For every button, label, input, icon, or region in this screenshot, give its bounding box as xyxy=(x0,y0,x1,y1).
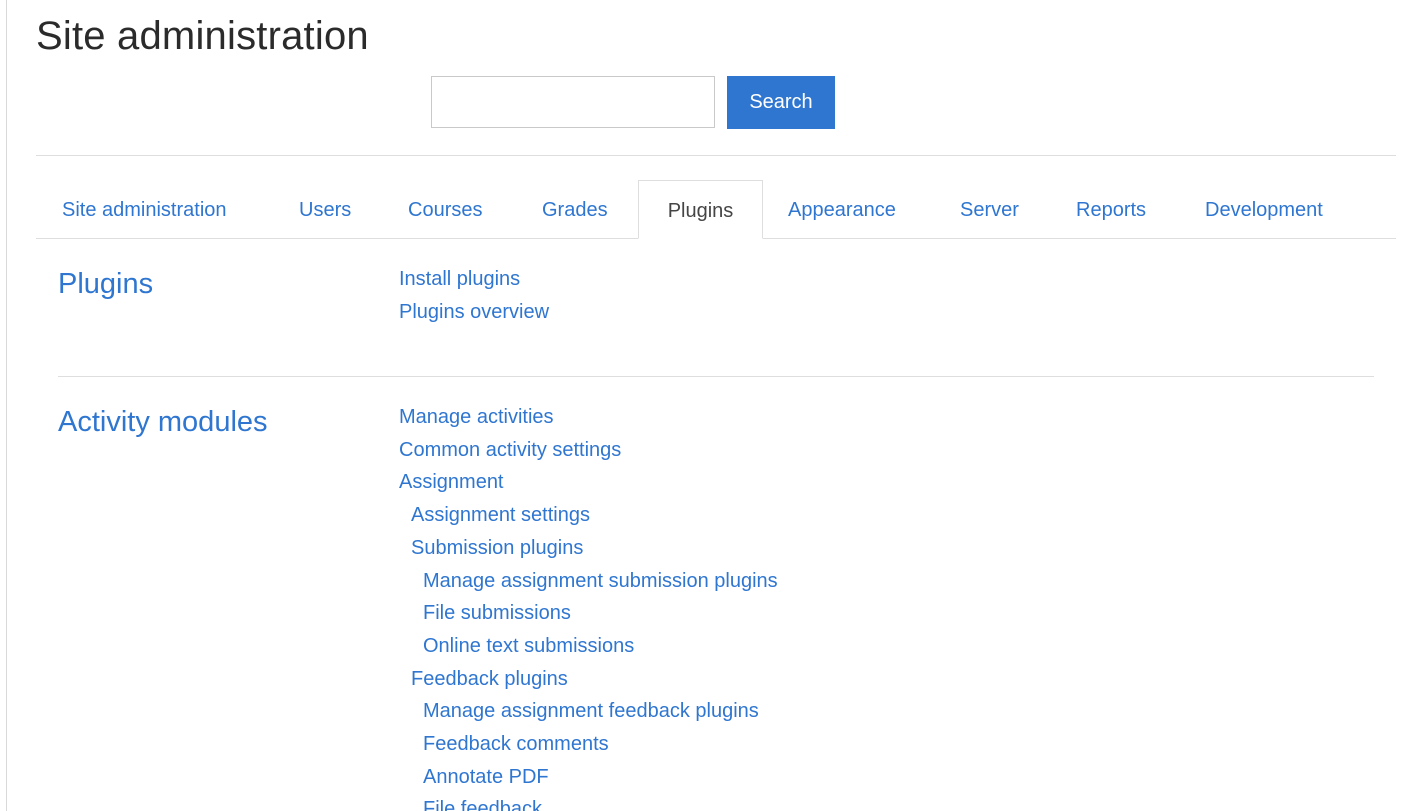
section-divider xyxy=(58,376,1374,377)
section-heading-plugins[interactable]: Plugins xyxy=(58,266,153,302)
admin-tabs: Site administration Users Courses Grades… xyxy=(36,180,1396,239)
link-manage-assignment-submission-plugins[interactable]: Manage assignment submission plugins xyxy=(399,565,778,598)
link-manage-activities[interactable]: Manage activities xyxy=(399,401,778,434)
tab-courses[interactable]: Courses xyxy=(408,180,482,238)
search-input[interactable] xyxy=(431,76,715,128)
link-assignment-settings[interactable]: Assignment settings xyxy=(399,499,778,532)
activity-modules-link-list: Manage activities Common activity settin… xyxy=(399,401,778,811)
link-common-activity-settings[interactable]: Common activity settings xyxy=(399,434,778,467)
section-heading-activity-modules[interactable]: Activity modules xyxy=(58,404,268,440)
search-button[interactable]: Search xyxy=(727,76,835,129)
link-manage-assignment-feedback-plugins[interactable]: Manage assignment feedback plugins xyxy=(399,695,778,728)
page: Site administration Search Site administ… xyxy=(0,0,1404,811)
tab-development[interactable]: Development xyxy=(1205,180,1323,238)
link-install-plugins[interactable]: Install plugins xyxy=(399,263,549,296)
tab-plugins[interactable]: Plugins xyxy=(638,180,763,239)
left-border xyxy=(6,0,7,811)
tab-grades[interactable]: Grades xyxy=(542,180,608,238)
link-feedback-plugins[interactable]: Feedback plugins xyxy=(399,663,778,696)
header-divider xyxy=(36,155,1396,156)
tab-server[interactable]: Server xyxy=(960,180,1019,238)
tab-users[interactable]: Users xyxy=(299,180,351,238)
link-online-text-submissions[interactable]: Online text submissions xyxy=(399,630,778,663)
tab-site-administration[interactable]: Site administration xyxy=(62,180,227,238)
link-annotate-pdf[interactable]: Annotate PDF xyxy=(399,761,778,794)
link-plugins-overview[interactable]: Plugins overview xyxy=(399,296,549,329)
link-file-submissions[interactable]: File submissions xyxy=(399,597,778,630)
tab-reports[interactable]: Reports xyxy=(1076,180,1146,238)
page-title: Site administration xyxy=(36,14,369,58)
link-assignment[interactable]: Assignment xyxy=(399,466,778,499)
link-feedback-comments[interactable]: Feedback comments xyxy=(399,728,778,761)
link-submission-plugins[interactable]: Submission plugins xyxy=(399,532,778,565)
plugins-link-list: Install plugins Plugins overview xyxy=(399,263,549,328)
link-file-feedback[interactable]: File feedback xyxy=(399,793,778,811)
tab-appearance[interactable]: Appearance xyxy=(788,180,896,238)
